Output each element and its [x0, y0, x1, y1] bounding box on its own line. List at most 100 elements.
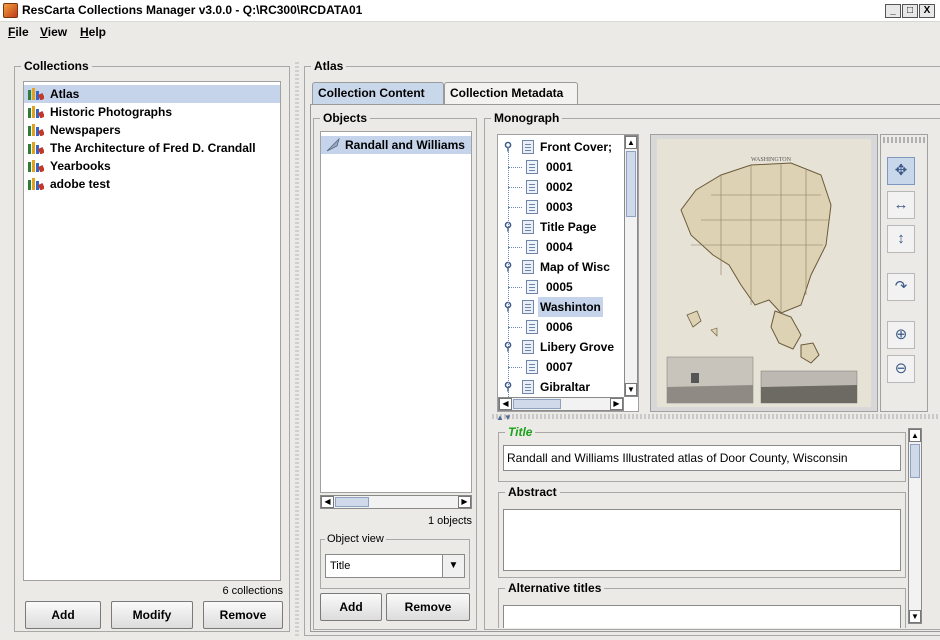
- collection-item-yearbooks[interactable]: Yearbooks: [24, 157, 111, 175]
- window-title: ResCarta Collections Manager v3.0.0 - Q:…: [22, 3, 363, 17]
- palette-grip[interactable]: [883, 137, 925, 143]
- scroll-thumb[interactable]: [910, 444, 920, 478]
- collection-label: adobe test: [50, 177, 111, 191]
- add-object-button[interactable]: Add: [320, 593, 382, 621]
- title-bar: ResCarta Collections Manager v3.0.0 - Q:…: [0, 0, 940, 22]
- collection-item-adobe-test[interactable]: adobe test: [24, 175, 110, 193]
- book-icon: [522, 300, 534, 314]
- collection-item-architecture[interactable]: The Architecture of Fred D. Crandall: [24, 139, 256, 157]
- maximize-button[interactable]: □: [902, 4, 918, 18]
- close-button[interactable]: X: [919, 4, 935, 18]
- page-icon: [526, 180, 538, 194]
- collection-label: Newspapers: [50, 123, 121, 137]
- abstract-field-label: Abstract: [505, 485, 560, 499]
- scroll-thumb[interactable]: [335, 497, 369, 507]
- remove-object-button[interactable]: Remove: [386, 593, 470, 621]
- collection-label: Historic Photographs: [50, 105, 173, 119]
- scroll-up-icon[interactable]: ▲: [909, 429, 921, 442]
- tree-label: 0002: [546, 180, 573, 194]
- fit-width-icon[interactable]: ↔: [887, 191, 915, 219]
- atlas-title: Atlas: [311, 59, 347, 73]
- alt-titles-input[interactable]: [503, 605, 901, 628]
- scroll-thumb[interactable]: [513, 399, 561, 409]
- collection-label: The Architecture of Fred D. Crandall: [50, 141, 256, 155]
- alt-titles-field-group: Alternative titles: [498, 581, 906, 628]
- collection-icon: [28, 160, 44, 172]
- monograph-title: Monograph: [491, 111, 563, 125]
- collection-icon: [28, 106, 44, 118]
- scroll-right-icon[interactable]: ▶: [458, 496, 471, 508]
- metadata-vscroll[interactable]: ▲ ▼: [908, 428, 922, 624]
- menu-file[interactable]: File: [8, 25, 29, 39]
- splitter-arrows-icon[interactable]: ▲▼: [496, 413, 512, 422]
- page-icon: [526, 360, 538, 374]
- title-field-group: Title Randall and Williams Illustrated a…: [498, 425, 906, 482]
- feather-icon: [326, 138, 340, 152]
- tree-connector: [508, 367, 522, 368]
- collection-item-newspapers[interactable]: Newspapers: [24, 121, 121, 139]
- collections-count: 6 collections: [222, 585, 283, 597]
- collection-item-historic-photographs[interactable]: Historic Photographs: [24, 103, 172, 121]
- abstract-input[interactable]: [503, 509, 901, 571]
- collection-icon: [28, 142, 44, 154]
- tree-label: Title Page: [540, 220, 597, 234]
- minimize-button[interactable]: _: [885, 4, 901, 18]
- object-view-label: Object view: [325, 533, 386, 545]
- tree-vscroll[interactable]: ▲ ▼: [624, 135, 638, 397]
- tree-connector: [508, 207, 522, 208]
- scroll-down-icon[interactable]: ▼: [909, 610, 921, 623]
- pan-icon[interactable]: ✥: [887, 157, 915, 185]
- scroll-right-icon[interactable]: ▶: [610, 398, 623, 410]
- zoom-in-icon[interactable]: ⊕: [887, 321, 915, 349]
- tree-label: 0005: [546, 280, 573, 294]
- menu-view[interactable]: View: [40, 25, 67, 39]
- tab-collection-content[interactable]: Collection Content: [312, 82, 444, 104]
- book-icon: [522, 140, 534, 154]
- app-icon: [3, 3, 18, 18]
- tree-connector: [508, 247, 522, 248]
- scroll-thumb[interactable]: [626, 151, 636, 217]
- chevron-down-icon[interactable]: ▼: [442, 555, 464, 577]
- objects-hscroll[interactable]: ◀ ▶: [320, 495, 472, 509]
- object-item[interactable]: Randall and Williams: [321, 136, 471, 154]
- tree-label: 0003: [546, 200, 573, 214]
- horizontal-splitter[interactable]: [492, 414, 938, 419]
- page-icon: [526, 320, 538, 334]
- tree-label: Gibraltar: [540, 380, 591, 394]
- collection-label: Atlas: [50, 87, 80, 101]
- rotate-icon[interactable]: ↷: [887, 273, 915, 301]
- tab-collection-metadata[interactable]: Collection Metadata: [444, 82, 578, 104]
- title-field-label: Title: [505, 425, 536, 439]
- scroll-left-icon[interactable]: ◀: [499, 398, 512, 410]
- objects-list: Randall and Williams: [320, 131, 472, 493]
- collection-item-atlas[interactable]: Atlas: [24, 85, 280, 103]
- menu-help[interactable]: Help: [80, 25, 106, 39]
- remove-collection-button[interactable]: Remove: [203, 601, 283, 629]
- atlas-page-image: WASHINGTON: [657, 139, 871, 407]
- vertical-splitter[interactable]: [295, 62, 299, 636]
- scroll-up-icon[interactable]: ▲: [625, 136, 637, 149]
- collections-title: Collections: [21, 59, 92, 73]
- tree-connector: [508, 187, 522, 188]
- image-viewer[interactable]: WASHINGTON: [650, 134, 878, 412]
- zoom-out-icon[interactable]: ⊖: [887, 355, 915, 383]
- svg-text:WASHINGTON: WASHINGTON: [751, 157, 792, 163]
- tree-hscroll[interactable]: ◀ ▶: [498, 397, 624, 411]
- tool-palette: ✥ ↔ ↕ ↷ ⊕ ⊖: [880, 134, 928, 412]
- collection-icon: [28, 124, 44, 136]
- scroll-down-icon[interactable]: ▼: [625, 383, 637, 396]
- title-input[interactable]: Randall and Williams Illustrated atlas o…: [503, 445, 901, 471]
- add-collection-button[interactable]: Add: [25, 601, 101, 629]
- fit-height-icon[interactable]: ↕: [887, 225, 915, 253]
- tree-connector: [508, 167, 522, 168]
- tree-label: 0004: [546, 240, 573, 254]
- tree-label: Front Cover;: [540, 140, 612, 154]
- object-view-select[interactable]: Title ▼: [325, 554, 465, 578]
- modify-collection-button[interactable]: Modify: [111, 601, 193, 629]
- scroll-left-icon[interactable]: ◀: [321, 496, 334, 508]
- book-icon: [522, 220, 534, 234]
- alt-titles-field-label: Alternative titles: [505, 581, 605, 595]
- abstract-field-group: Abstract: [498, 485, 906, 578]
- metadata-scroll-area: Title Randall and Williams Illustrated a…: [494, 422, 906, 628]
- object-label: Randall and Williams: [345, 138, 465, 152]
